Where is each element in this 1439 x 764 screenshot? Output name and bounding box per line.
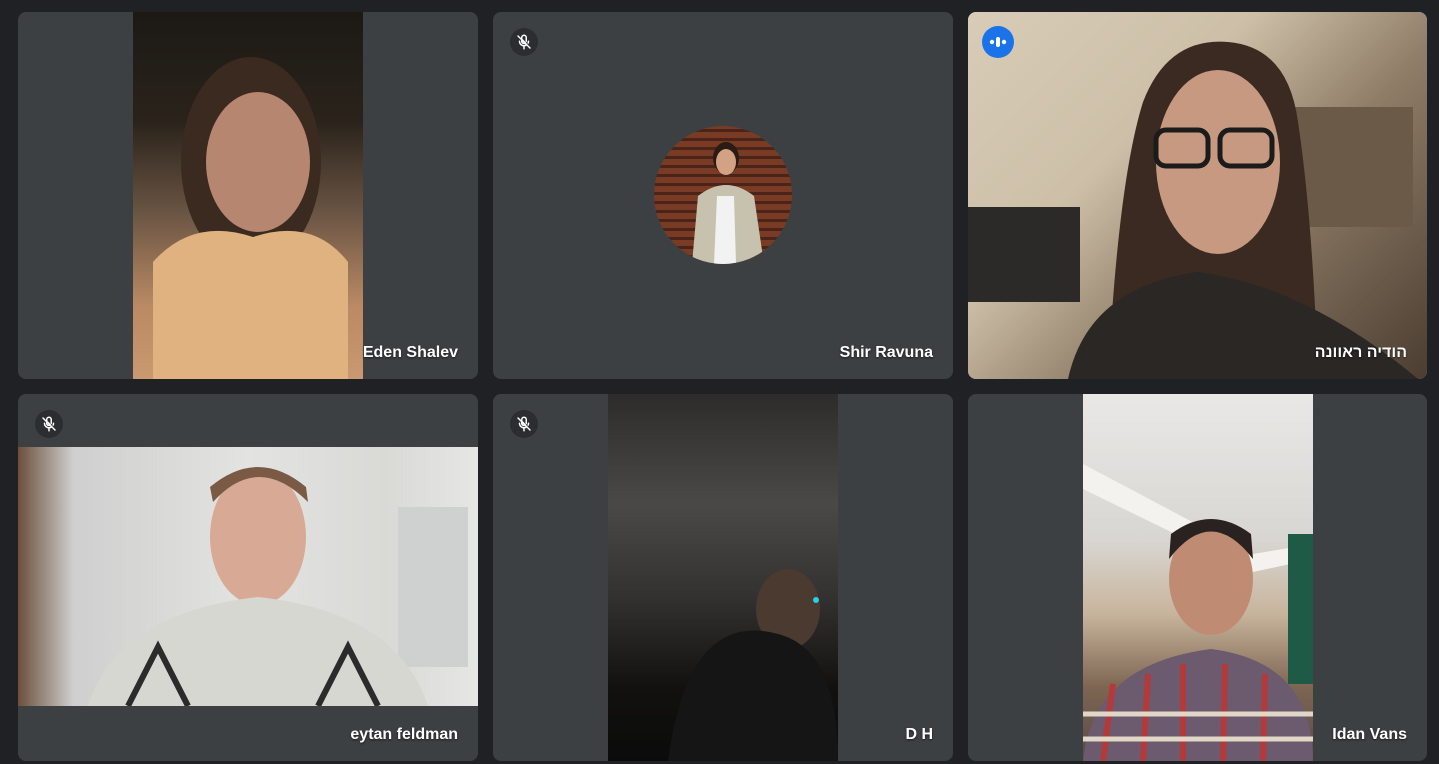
participant-tile-eytan-feldman[interactable]: eytan feldman bbox=[18, 394, 478, 761]
video-feed bbox=[1083, 394, 1313, 761]
mic-off-icon bbox=[510, 28, 538, 56]
person-silhouette bbox=[968, 41, 1418, 379]
participant-name: הודיה ראוונה bbox=[1314, 344, 1407, 361]
video-feed bbox=[133, 12, 363, 379]
mic-off-icon bbox=[510, 410, 538, 438]
video-feed bbox=[18, 447, 478, 706]
participant-grid: Eden Shalev Shir Ravuna הודיה ראוונה eyt… bbox=[0, 0, 1439, 764]
participant-name: Shir Ravuna bbox=[839, 344, 933, 361]
participant-tile-active-speaker[interactable]: הודיה ראוונה bbox=[968, 12, 1427, 379]
participant-tile-eden-shalev[interactable]: Eden Shalev bbox=[18, 12, 478, 379]
participant-name: eytan feldman bbox=[350, 726, 458, 743]
participant-name: D H bbox=[905, 726, 933, 743]
audio-level-icon bbox=[982, 26, 1014, 58]
mic-off-icon bbox=[35, 410, 63, 438]
person-silhouette bbox=[88, 467, 468, 706]
avatar bbox=[654, 126, 792, 264]
person-silhouette bbox=[1083, 464, 1313, 761]
participant-name: Eden Shalev bbox=[362, 344, 458, 361]
participant-tile-shir-ravuna[interactable]: Shir Ravuna bbox=[493, 12, 953, 379]
participant-name: Idan Vans bbox=[1332, 726, 1407, 743]
person-silhouette bbox=[153, 57, 348, 379]
participant-tile-d-h[interactable]: D H bbox=[493, 394, 953, 761]
video-feed bbox=[968, 12, 1427, 379]
person-silhouette bbox=[668, 569, 838, 761]
video-feed bbox=[608, 394, 838, 761]
participant-tile-idan-vans[interactable]: Idan Vans bbox=[968, 394, 1427, 761]
